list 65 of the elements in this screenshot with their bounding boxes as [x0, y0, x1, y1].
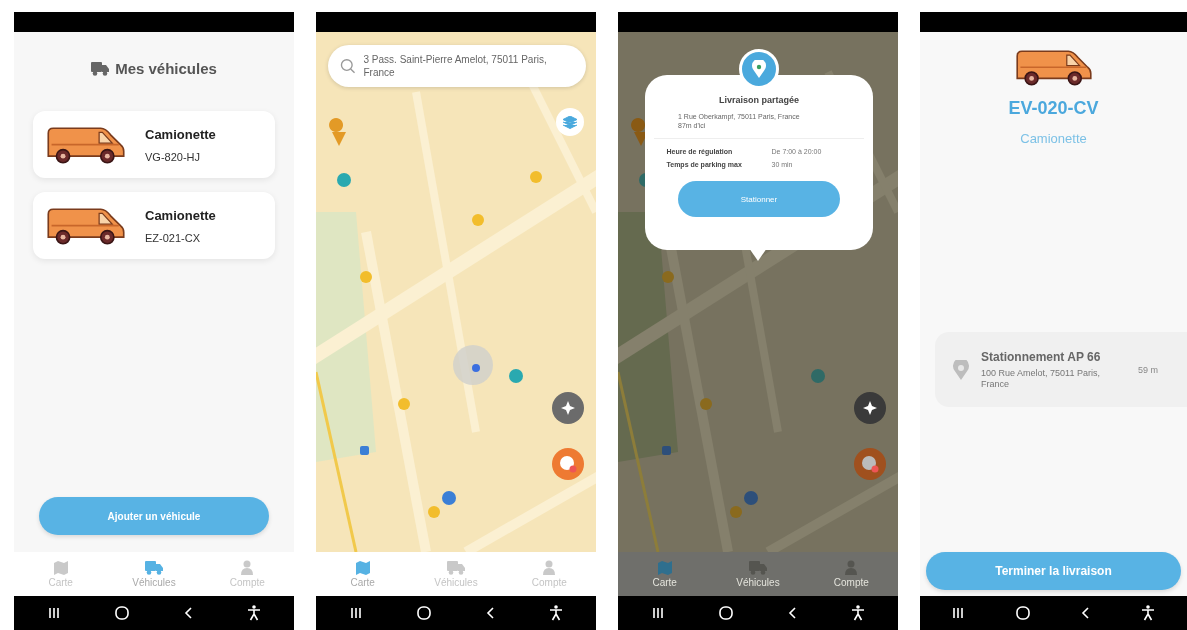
tab[interactable]: Véhicules	[114, 560, 194, 588]
search-field[interactable]: 3 Pass. Saint-Pierre Amelot, 75011 Paris, France	[328, 45, 586, 87]
tab[interactable]: Véhicules	[718, 560, 798, 588]
map-pin-icon[interactable]	[442, 491, 456, 505]
recent-apps-icon[interactable]	[651, 607, 664, 619]
user-location-icon	[453, 345, 493, 385]
vehicle-plate: EZ-021-CX	[145, 231, 202, 244]
map-icon	[656, 560, 673, 575]
finish-delivery-button[interactable]: Terminer la livraison	[926, 552, 1181, 590]
recent-apps-icon[interactable]	[951, 607, 964, 619]
home-icon[interactable]	[718, 606, 733, 620]
map-icon	[354, 560, 371, 575]
page-title: Mes véhicules	[115, 60, 217, 77]
popup-title: Livraison partagée	[719, 95, 799, 105]
person-icon	[845, 560, 858, 575]
park-button[interactable]: Stationner	[678, 181, 840, 217]
location-pin-icon	[752, 60, 766, 78]
accessibility-icon[interactable]	[548, 605, 563, 621]
tab[interactable]: Véhicules	[416, 560, 496, 588]
person-icon	[241, 560, 254, 575]
truck-icon	[145, 560, 163, 575]
van-icon	[45, 205, 127, 246]
truck-icon	[447, 560, 465, 575]
layers-icon	[563, 115, 577, 129]
tab[interactable]: Compte	[811, 560, 892, 588]
accessibility-icon[interactable]	[850, 605, 865, 621]
van-icon	[45, 124, 127, 165]
accessibility-icon[interactable]	[1141, 605, 1156, 621]
map-icon	[52, 560, 69, 575]
tab[interactable]: Carte	[20, 560, 101, 588]
back-icon[interactable]	[485, 607, 494, 619]
bubble-icon	[861, 455, 879, 473]
vehicle-plate: EV-020-CV	[1008, 98, 1099, 120]
truck-icon	[91, 61, 110, 76]
add-vehicle-button[interactable]: Ajouter un véhicule	[39, 497, 269, 535]
parking-name: Stationnement AP 66	[981, 349, 1102, 364]
vehicle-plate: VG-820-HJ	[145, 150, 202, 163]
vehicle-card[interactable]: Camionette VG-820-HJ	[33, 111, 275, 178]
van-icon	[1013, 48, 1094, 87]
tab[interactable]: Carte	[624, 560, 705, 588]
search-icon	[340, 58, 356, 74]
vehicle-card[interactable]: Camionette EZ-021-CX	[33, 192, 275, 259]
home-icon[interactable]	[416, 606, 431, 620]
vehicle-type: Camionette	[145, 207, 216, 223]
location-pin-icon	[953, 359, 969, 380]
back-icon[interactable]	[787, 607, 796, 619]
accessibility-icon[interactable]	[246, 605, 261, 621]
parking-distance: 59 m	[1138, 364, 1158, 375]
map-pin-icon[interactable]	[631, 118, 648, 146]
parking-address: 100 Rue Amelot, 75011 Paris, France	[981, 367, 1101, 390]
vehicle-type: Camionette	[145, 126, 216, 142]
tab[interactable]: Carte	[322, 560, 403, 588]
person-icon	[543, 560, 556, 575]
truck-icon	[749, 560, 767, 575]
tab[interactable]: Compte	[207, 560, 288, 588]
back-icon[interactable]	[1081, 607, 1090, 619]
vehicle-type: Camionette	[1020, 131, 1087, 147]
parking-card[interactable]: Stationnement AP 66 100 Rue Amelot, 75011 Paris, France 59 m	[935, 332, 1187, 408]
tab[interactable]: Compte	[509, 560, 590, 588]
home-icon[interactable]	[114, 606, 129, 620]
home-icon[interactable]	[1015, 606, 1030, 620]
recent-apps-icon[interactable]	[47, 607, 60, 619]
back-icon[interactable]	[183, 607, 192, 619]
bubble-icon	[559, 455, 577, 473]
recent-apps-icon[interactable]	[349, 607, 362, 619]
